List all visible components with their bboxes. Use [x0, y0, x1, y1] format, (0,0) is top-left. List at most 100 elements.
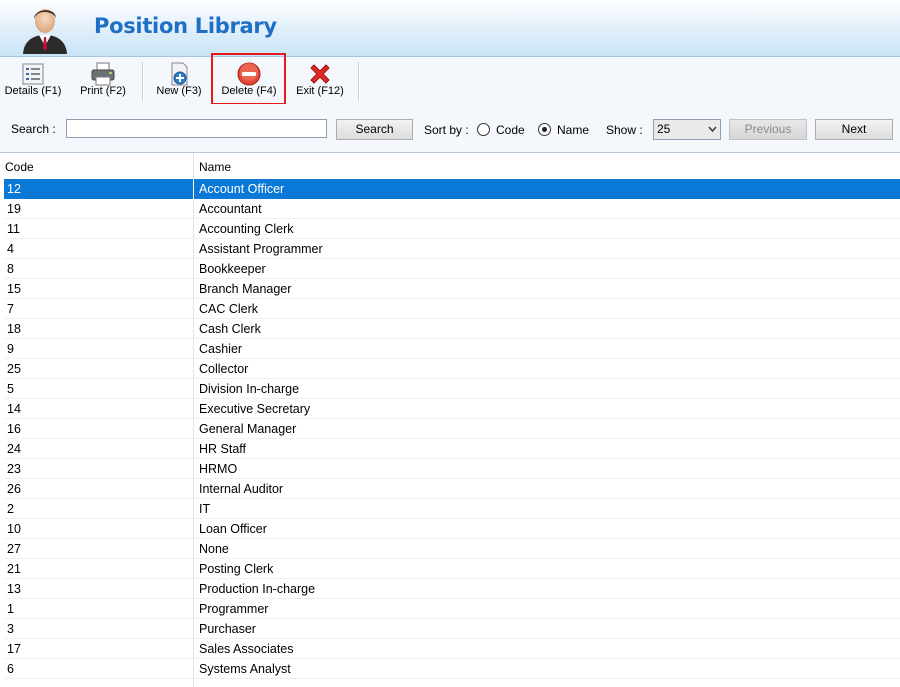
table-row-selected[interactable]: 12 Account Officer [4, 179, 900, 199]
table-row[interactable]: 15 Branch Manager [4, 279, 900, 299]
table-row[interactable]: 14 Executive Secretary [4, 399, 900, 419]
printer-icon [91, 62, 115, 86]
cell-name: Division In-charge [199, 382, 300, 396]
cell-code: 26 [7, 482, 21, 496]
search-button[interactable]: Search [336, 119, 413, 140]
cell-code: 11 [7, 222, 20, 236]
cell-code: 7 [7, 302, 14, 316]
cell-name: Internal Auditor [199, 482, 284, 496]
column-header-code[interactable]: Code [5, 160, 34, 174]
table-row[interactable]: 19 Accountant [4, 199, 900, 219]
table-row[interactable]: 18 Cash Clerk [4, 319, 900, 339]
table-row[interactable]: 27 None [4, 539, 900, 559]
cell-name: Account Officer [199, 182, 285, 196]
column-header-name[interactable]: Name [199, 160, 231, 174]
list-icon [22, 63, 44, 85]
table-header: Code Name [0, 153, 900, 178]
table-row[interactable]: 23 HRMO [4, 459, 900, 479]
cell-code: 2 [7, 502, 14, 516]
table-row[interactable]: 3 Purchaser [4, 619, 900, 639]
exit-button[interactable]: Exit (F12) [292, 57, 348, 103]
cell-name: Executive Secretary [199, 402, 311, 416]
table-row[interactable]: 25 Collector [4, 359, 900, 379]
cell-code: 15 [7, 282, 21, 296]
cell-name: None [199, 542, 229, 556]
toolbar-separator [358, 62, 360, 100]
table-row[interactable]: 21 Posting Clerk [4, 559, 900, 579]
cell-name: Branch Manager [199, 282, 292, 296]
chevron-down-icon [708, 126, 717, 133]
exit-label: Exit (F12) [296, 85, 344, 97]
cell-code: 1 [7, 602, 14, 616]
cell-code: 19 [7, 202, 21, 216]
cell-code: 4 [7, 242, 14, 256]
table-body: 12 Account Officer 19 Accountant 11 Accountin… [4, 179, 900, 679]
table-row[interactable]: 24 HR Staff [4, 439, 900, 459]
cell-code: 12 [7, 182, 21, 196]
table-row[interactable]: 2 IT [4, 499, 900, 519]
table-row[interactable]: 17 Sales Associates [4, 639, 900, 659]
cell-name: Purchaser [199, 622, 256, 636]
sort-code-radio[interactable] [477, 123, 490, 136]
details-button[interactable]: Details (F1) [2, 57, 64, 103]
cell-code: 3 [7, 622, 14, 636]
table-row[interactable]: 1 Programmer [4, 599, 900, 619]
title-bar: Position Library [0, 0, 900, 56]
search-input[interactable] [66, 119, 327, 138]
table-row[interactable]: 5 Division In-charge [4, 379, 900, 399]
businessman-icon [23, 9, 67, 54]
table-row[interactable]: 8 Bookkeeper [4, 259, 900, 279]
search-bar: Search : Search Sort by : Code Name Show… [0, 104, 900, 153]
toolbar: Details (F1) Print (F2) New (F3) Delete … [0, 56, 900, 104]
cell-code: 8 [7, 262, 14, 276]
cell-name: CAC Clerk [199, 302, 259, 316]
sort-name-label[interactable]: Name [557, 123, 589, 137]
cell-code: 10 [7, 522, 21, 536]
sort-code-label[interactable]: Code [496, 123, 525, 137]
show-label: Show : [606, 123, 643, 137]
cell-code: 21 [7, 562, 21, 576]
table-row[interactable]: 7 CAC Clerk [4, 299, 900, 319]
cell-name: HRMO [199, 462, 238, 476]
sort-name-radio[interactable] [538, 123, 551, 136]
cell-name: Bookkeeper [199, 262, 266, 276]
cell-name: Accountant [199, 202, 262, 216]
new-button[interactable]: New (F3) [152, 57, 206, 103]
table-row[interactable]: 13 Production In-charge [4, 579, 900, 599]
cell-code: 18 [7, 322, 21, 336]
delete-highlight-box [211, 53, 286, 105]
table-row[interactable]: 6 Systems Analyst [4, 659, 900, 679]
table-row[interactable]: 4 Assistant Programmer [4, 239, 900, 259]
positions-table: Code Name 12 Account Officer 19 Accountant 1… [0, 153, 900, 687]
new-document-icon [171, 62, 188, 86]
cell-name: Assistant Programmer [199, 242, 323, 256]
cell-code: 17 [7, 642, 21, 656]
cell-name: Loan Officer [199, 522, 267, 536]
show-count-select[interactable]: 25 [653, 119, 721, 140]
cell-name: Cash Clerk [199, 322, 261, 336]
table-row[interactable]: 16 General Manager [4, 419, 900, 439]
table-row[interactable]: 9 Cashier [4, 339, 900, 359]
toolbar-separator [142, 62, 144, 100]
table-row[interactable]: 11 Accounting Clerk [4, 219, 900, 239]
page-title: Position Library [94, 14, 277, 38]
cell-code: 24 [7, 442, 21, 456]
table-row[interactable]: 26 Internal Auditor [4, 479, 900, 499]
print-button[interactable]: Print (F2) [76, 57, 130, 103]
print-label: Print (F2) [80, 85, 126, 97]
cell-name: Programmer [199, 602, 269, 616]
previous-button[interactable]: Previous [729, 119, 807, 140]
cell-name: Cashier [199, 342, 243, 356]
table-row[interactable]: 10 Loan Officer [4, 519, 900, 539]
next-button[interactable]: Next [815, 119, 893, 140]
cell-name: Posting Clerk [199, 562, 274, 576]
cell-name: Accounting Clerk [199, 222, 294, 236]
cell-name: Systems Analyst [199, 662, 291, 676]
cell-name: IT [199, 502, 211, 516]
search-label: Search : [11, 122, 56, 136]
cell-code: 9 [7, 342, 14, 356]
close-icon [310, 64, 330, 84]
cell-code: 25 [7, 362, 21, 376]
cell-code: 27 [7, 542, 21, 556]
sort-by-label: Sort by : [424, 123, 469, 137]
